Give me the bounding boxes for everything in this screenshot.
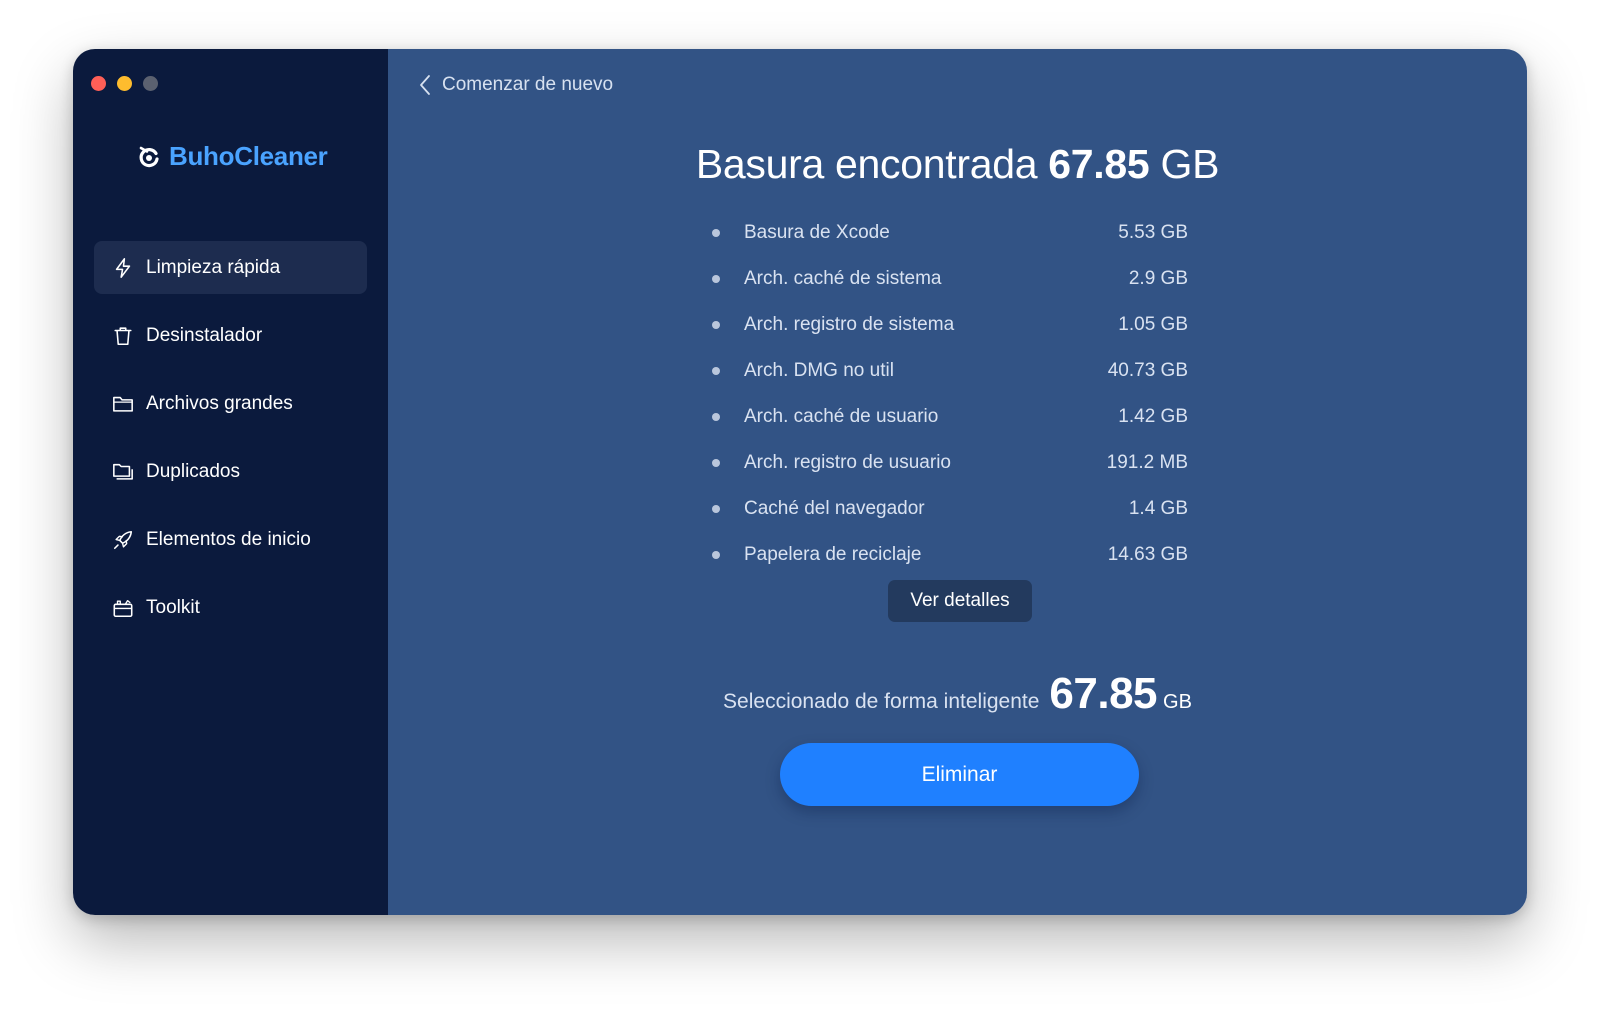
- list-item: Arch. caché de sistema 2.9 GB: [712, 256, 1188, 302]
- buhocleaner-logo-icon: [139, 146, 159, 167]
- duplicate-folder-icon: [113, 463, 133, 480]
- close-window-button[interactable]: [91, 76, 106, 91]
- app-logo: BuhoCleaner: [137, 141, 328, 172]
- sidebar: BuhoCleaner Limpieza rápida Desinstalado…: [73, 49, 388, 915]
- app-window: BuhoCleaner Limpieza rápida Desinstalado…: [73, 49, 1527, 915]
- junk-item-size: 1.05 GB: [1118, 314, 1188, 335]
- folder-icon: [113, 396, 133, 412]
- junk-item-size: 40.73 GB: [1107, 360, 1188, 381]
- sidebar-item-label: Duplicados: [146, 460, 240, 482]
- junk-item-name: Caché del navegador: [744, 498, 925, 519]
- app-name: BuhoCleaner: [169, 141, 328, 171]
- list-item: Papelera de reciclaje 14.63 GB: [712, 532, 1188, 578]
- junk-list: Basura de Xcode 5.53 GB Arch. caché de s…: [712, 210, 1188, 578]
- junk-item-size: 1.42 GB: [1118, 406, 1188, 427]
- chevron-left-icon: [420, 75, 430, 95]
- bullet-icon: [712, 551, 720, 559]
- bullet-icon: [712, 321, 720, 329]
- trash-icon: [114, 326, 132, 345]
- back-label: Comenzar de nuevo: [442, 74, 614, 95]
- list-item: Arch. caché de usuario 1.42 GB: [712, 394, 1188, 440]
- sidebar-item-toolkit[interactable]: Toolkit: [94, 581, 367, 634]
- list-item: Arch. registro de sistema 1.05 GB: [712, 302, 1188, 348]
- bullet-icon: [712, 459, 720, 467]
- sidebar-nav: Limpieza rápida Desinstalador Archivos g…: [94, 241, 367, 649]
- bullet-icon: [712, 413, 720, 421]
- page-title: Basura encontrada 67.85 GB: [388, 141, 1527, 188]
- junk-item-size: 2.9 GB: [1128, 268, 1188, 289]
- list-item: Basura de Xcode 5.53 GB: [712, 210, 1188, 256]
- sidebar-item-label: Toolkit: [146, 596, 200, 618]
- sidebar-item-label: Limpieza rápida: [146, 256, 281, 278]
- selection-label: Seleccionado de forma inteligente: [723, 690, 1040, 713]
- minimize-window-button[interactable]: [117, 76, 132, 91]
- delete-button[interactable]: Eliminar: [780, 743, 1139, 806]
- total-junk-value: 67.85: [1048, 141, 1150, 187]
- list-item: Caché del navegador 1.4 GB: [712, 486, 1188, 532]
- sidebar-item-label: Desinstalador: [146, 324, 263, 346]
- bullet-icon: [712, 367, 720, 375]
- zoom-window-button[interactable]: [143, 76, 158, 91]
- sidebar-item-desinstalador[interactable]: Desinstalador: [94, 309, 367, 362]
- junk-item-name: Arch. registro de usuario: [744, 452, 951, 473]
- sidebar-item-elementos-de-inicio[interactable]: Elementos de inicio: [94, 513, 367, 566]
- junk-item-size: 5.53 GB: [1118, 222, 1188, 243]
- junk-item-name: Arch. registro de sistema: [744, 314, 955, 335]
- list-item: Arch. DMG no util 40.73 GB: [712, 348, 1188, 394]
- junk-item-name: Arch. DMG no util: [744, 360, 894, 381]
- sidebar-item-archivos-grandes[interactable]: Archivos grandes: [94, 377, 367, 430]
- sidebar-item-label: Elementos de inicio: [146, 528, 311, 550]
- sidebar-item-duplicados[interactable]: Duplicados: [94, 445, 367, 498]
- sidebar-item-limpieza-rapida[interactable]: Limpieza rápida: [94, 241, 367, 294]
- sidebar-item-label: Archivos grandes: [146, 392, 293, 414]
- lightning-icon: [115, 257, 131, 278]
- list-item: Arch. registro de usuario 191.2 MB: [712, 440, 1188, 486]
- junk-item-size: 14.63 GB: [1107, 544, 1188, 565]
- view-details-button[interactable]: Ver detalles: [888, 580, 1032, 622]
- bullet-icon: [712, 229, 720, 237]
- main-panel: Comenzar de nuevo Basura encontrada 67.8…: [388, 49, 1527, 915]
- window-controls: [91, 76, 158, 91]
- bullet-icon: [712, 275, 720, 283]
- junk-item-name: Arch. caché de sistema: [744, 268, 942, 289]
- rocket-icon: [113, 530, 133, 549]
- total-junk-unit: GB: [1160, 141, 1220, 187]
- junk-item-name: Basura de Xcode: [744, 222, 890, 243]
- toolkit-icon: [113, 599, 133, 617]
- junk-item-size: 191.2 MB: [1106, 452, 1188, 473]
- junk-item-name: Papelera de reciclaje: [744, 544, 922, 565]
- bullet-icon: [712, 505, 720, 513]
- selection-value: 67.85: [1049, 669, 1158, 718]
- junk-item-name: Arch. caché de usuario: [744, 406, 939, 427]
- selection-unit: GB: [1163, 691, 1192, 713]
- smart-selection-summary: Seleccionado de forma inteligente 67.85 …: [388, 669, 1527, 719]
- back-button[interactable]: Comenzar de nuevo: [418, 73, 613, 97]
- title-prefix: Basura encontrada: [695, 141, 1038, 187]
- junk-item-size: 1.4 GB: [1128, 498, 1188, 519]
